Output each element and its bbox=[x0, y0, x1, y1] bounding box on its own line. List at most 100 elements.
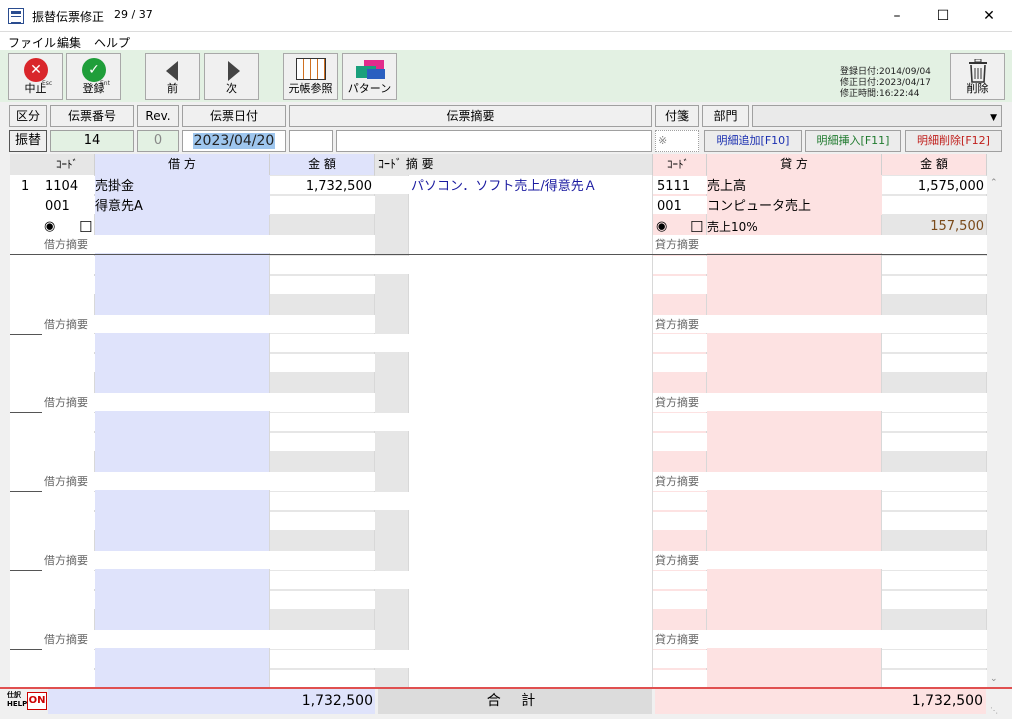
grid-cell[interactable] bbox=[882, 512, 987, 530]
prev-button[interactable]: 前 bbox=[145, 53, 200, 100]
on-toggle[interactable]: ON bbox=[27, 692, 47, 710]
grid-cell[interactable] bbox=[42, 650, 95, 668]
pattern-button[interactable]: パターン bbox=[342, 53, 397, 100]
grid-cell[interactable] bbox=[270, 256, 375, 274]
register-button[interactable]: ✓ Ent 登録 bbox=[66, 53, 121, 100]
grid-cell[interactable] bbox=[882, 276, 987, 294]
grid-cell[interactable] bbox=[653, 433, 707, 451]
grid-cell[interactable] bbox=[653, 413, 707, 431]
grid-cell[interactable] bbox=[882, 670, 987, 687]
credit-tax-checkbox[interactable]: ☐ bbox=[690, 217, 703, 237]
grid-cell[interactable] bbox=[653, 276, 707, 294]
bumon-select[interactable]: ▼ bbox=[752, 105, 1002, 127]
summary-code-cell[interactable] bbox=[375, 492, 409, 510]
close-icon[interactable]: ✕ bbox=[966, 0, 1012, 32]
insert-line-button[interactable]: 明細挿入[F11] bbox=[805, 130, 901, 152]
debit-memo-row[interactable]: 借方摘要 bbox=[42, 235, 375, 253]
credit-code[interactable]: 5111 bbox=[657, 177, 690, 197]
debit-sub-account[interactable]: 得意先A bbox=[95, 197, 143, 217]
grid-cell[interactable] bbox=[882, 196, 987, 214]
summary-code-cell[interactable] bbox=[375, 650, 409, 668]
grid-cell[interactable] bbox=[653, 334, 707, 352]
grid-cell[interactable] bbox=[270, 413, 375, 431]
grid-cell[interactable] bbox=[270, 433, 375, 451]
credit-memo-row[interactable]: 貸方摘要 bbox=[653, 393, 987, 411]
debit-sub-code[interactable]: 001 bbox=[45, 197, 70, 217]
grid-cell[interactable] bbox=[882, 354, 987, 372]
credit-sub-account[interactable]: コンピュータ売上 bbox=[707, 197, 811, 217]
summary-code-field[interactable] bbox=[289, 130, 333, 152]
grid-cell[interactable] bbox=[42, 276, 95, 294]
grid-cell[interactable] bbox=[42, 512, 95, 530]
grid-cell[interactable] bbox=[42, 670, 95, 687]
credit-memo-row[interactable]: 貸方摘要 bbox=[653, 235, 987, 253]
grid-cell[interactable] bbox=[42, 492, 95, 510]
grid-cell[interactable] bbox=[270, 591, 375, 609]
ledger-ref-button[interactable]: 元帳参照 bbox=[283, 53, 338, 100]
menu-edit[interactable]: 編集 bbox=[57, 34, 81, 51]
grid-cell[interactable] bbox=[882, 571, 987, 589]
grid-cell[interactable] bbox=[270, 650, 375, 668]
credit-sub-code[interactable]: 001 bbox=[657, 197, 682, 217]
voucher-number-field[interactable]: 14 bbox=[50, 130, 134, 152]
add-line-button[interactable]: 明細追加[F10] bbox=[704, 130, 802, 152]
menu-file[interactable]: ファイル bbox=[8, 34, 56, 51]
grid-cell[interactable] bbox=[882, 413, 987, 431]
grid-cell[interactable] bbox=[653, 670, 707, 687]
grid-cell[interactable] bbox=[42, 354, 95, 372]
summary-code-cell[interactable] bbox=[375, 571, 409, 589]
debit-tax-checkbox[interactable]: ☐ bbox=[79, 217, 92, 237]
summary-code-cell[interactable] bbox=[375, 413, 409, 431]
credit-memo-row[interactable]: 貸方摘要 bbox=[653, 630, 987, 648]
grid-cell[interactable] bbox=[653, 354, 707, 372]
summary-code-cell[interactable] bbox=[375, 256, 409, 274]
debit-memo-row[interactable]: 借方摘要 bbox=[42, 630, 375, 648]
grid-cell[interactable] bbox=[42, 571, 95, 589]
grid-cell[interactable] bbox=[270, 334, 375, 352]
grid-cell[interactable] bbox=[882, 256, 987, 274]
grid-cell[interactable] bbox=[882, 334, 987, 352]
grid-cell[interactable] bbox=[42, 413, 95, 431]
debit-memo-row[interactable]: 借方摘要 bbox=[42, 551, 375, 569]
delete-button[interactable]: 削除 bbox=[950, 53, 1005, 100]
grid-cell[interactable] bbox=[42, 256, 95, 274]
grid-cell[interactable] bbox=[653, 571, 707, 589]
grid-cell[interactable] bbox=[653, 256, 707, 274]
credit-memo-row[interactable]: 貸方摘要 bbox=[653, 315, 987, 333]
maximize-icon[interactable]: ☐ bbox=[920, 0, 966, 32]
grid-cell[interactable] bbox=[882, 492, 987, 510]
grid-cell[interactable] bbox=[42, 334, 95, 352]
debit-tax-radio[interactable]: ◉ bbox=[44, 217, 55, 237]
debit-memo-row[interactable]: 借方摘要 bbox=[42, 393, 375, 411]
scroll-up-icon[interactable]: ⌃ bbox=[990, 178, 998, 188]
credit-account[interactable]: 売上高 bbox=[707, 177, 746, 197]
grid-cell[interactable] bbox=[270, 354, 375, 372]
grid-cell[interactable] bbox=[882, 591, 987, 609]
grid-cell[interactable] bbox=[270, 571, 375, 589]
debit-memo-row[interactable]: 借方摘要 bbox=[42, 472, 375, 490]
grid-cell[interactable] bbox=[270, 512, 375, 530]
grid-cell[interactable] bbox=[653, 650, 707, 668]
grid-cell[interactable] bbox=[882, 650, 987, 668]
scroll-down-icon[interactable]: ⌄ bbox=[990, 674, 998, 684]
credit-memo-row[interactable]: 貸方摘要 bbox=[653, 551, 987, 569]
line-summary[interactable]: パソコン．ソフト売上/得意先Ａ bbox=[411, 177, 597, 197]
vertical-scrollbar[interactable]: ⌃ ⌄ bbox=[987, 175, 1002, 687]
summary-code-cell[interactable] bbox=[375, 176, 409, 194]
credit-tax-radio[interactable]: ◉ bbox=[656, 217, 667, 237]
voucher-date-field[interactable]: 2023/04/20 bbox=[182, 130, 286, 152]
grid-cell[interactable] bbox=[270, 492, 375, 510]
grid-cell[interactable] bbox=[42, 433, 95, 451]
minimize-icon[interactable]: – bbox=[874, 0, 920, 32]
debit-memo-row[interactable]: 借方摘要 bbox=[42, 315, 375, 333]
grid-cell[interactable] bbox=[653, 512, 707, 530]
summary-code-cell[interactable] bbox=[375, 334, 409, 352]
menu-help[interactable]: ヘルプ bbox=[94, 34, 130, 51]
voucher-summary-field[interactable] bbox=[336, 130, 652, 152]
grid-cell[interactable] bbox=[653, 492, 707, 510]
help-icon[interactable]: 仕訳 HELP bbox=[7, 691, 27, 711]
grid-cell[interactable] bbox=[882, 433, 987, 451]
resize-grip-icon[interactable]: ⋱ bbox=[990, 706, 1000, 716]
credit-memo-row[interactable]: 貸方摘要 bbox=[653, 472, 987, 490]
grid-cell[interactable] bbox=[42, 591, 95, 609]
